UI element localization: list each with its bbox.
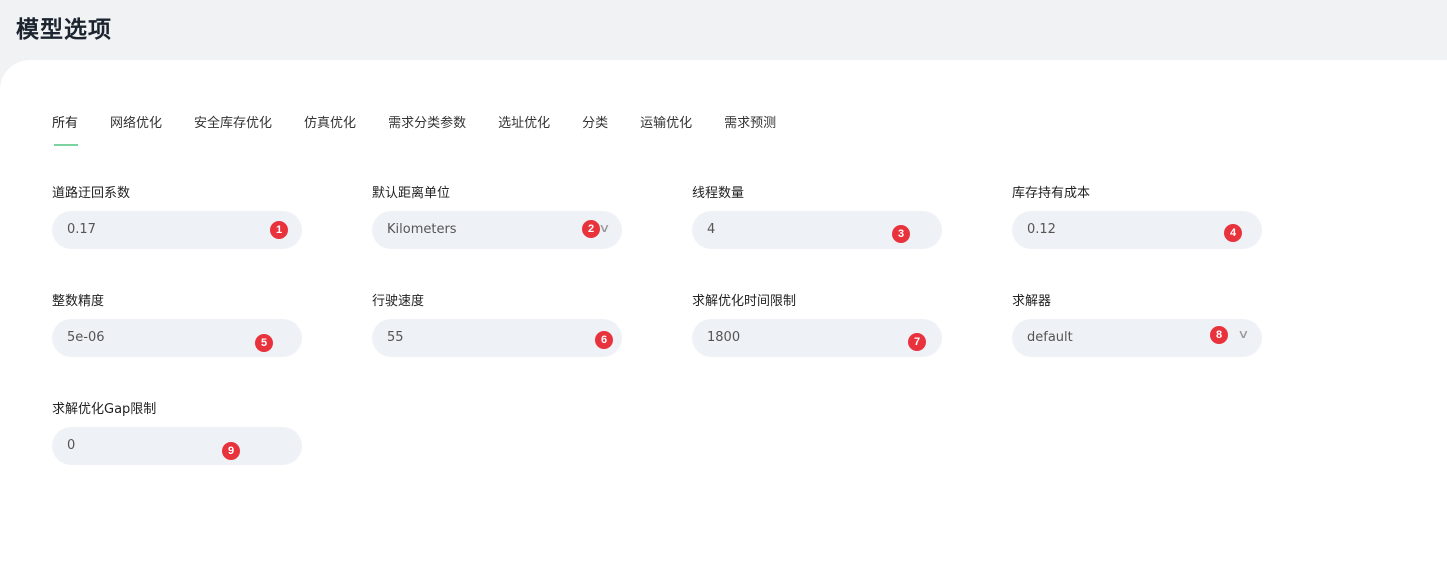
field-value: 0.17 <box>67 222 96 237</box>
integer-precision-input[interactable]: 5e-06 5 <box>52 319 302 357</box>
field-solve-gap-limit: 求解优化Gap限制 0 9 <box>52 401 302 465</box>
marker-badge: 9 <box>222 442 240 460</box>
solver-select[interactable]: default 8 ∨ <box>1012 319 1262 357</box>
active-tab-indicator <box>54 144 78 146</box>
solve-time-limit-input[interactable]: 1800 7 <box>692 319 942 357</box>
field-solve-time-limit: 求解优化时间限制 1800 7 <box>692 293 942 357</box>
inventory-holding-cost-input[interactable]: 0.12 4 <box>1012 211 1262 249</box>
field-road-detour-factor: 道路迂回系数 0.17 1 <box>52 185 302 249</box>
tab-network-optimization[interactable]: 网络优化 <box>110 115 162 133</box>
chevron-down-icon: ∨ <box>598 221 611 235</box>
tab-classification[interactable]: 分类 <box>582 115 608 133</box>
field-label: 线程数量 <box>692 186 745 201</box>
field-label: 道路迂回系数 <box>52 186 131 201</box>
field-value: Kilometers <box>387 222 457 237</box>
field-integer-precision: 整数精度 5e-06 5 <box>52 293 302 357</box>
tab-demand-forecast[interactable]: 需求预测 <box>724 115 776 133</box>
default-distance-unit-select[interactable]: Kilometers 2 ∨ <box>372 211 622 249</box>
tab-demand-classification-params[interactable]: 需求分类参数 <box>388 115 466 133</box>
field-thread-count: 线程数量 4 3 <box>692 185 942 249</box>
field-label: 默认距离单位 <box>372 186 451 201</box>
field-solver: 求解器 default 8 ∨ <box>1012 293 1262 357</box>
field-label: 行驶速度 <box>372 294 425 309</box>
field-label: 库存持有成本 <box>1012 186 1091 201</box>
field-label: 整数精度 <box>52 294 105 309</box>
marker-badge: 4 <box>1224 224 1242 242</box>
solve-gap-limit-input[interactable]: 0 9 <box>52 427 302 465</box>
field-value: 5e-06 <box>67 330 105 345</box>
marker-badge: 8 <box>1210 326 1228 344</box>
tab-site-selection-optimization[interactable]: 选址优化 <box>498 115 550 133</box>
field-label: 求解优化时间限制 <box>692 294 797 309</box>
page-title: 模型选项 <box>16 17 112 43</box>
field-default-distance-unit: 默认距离单位 Kilometers 2 ∨ <box>372 185 622 249</box>
field-value: 1800 <box>707 330 741 345</box>
field-label: 求解优化Gap限制 <box>52 402 157 417</box>
field-label: 求解器 <box>1012 294 1052 309</box>
tab-bar: 所有 网络优化 安全库存优化 仿真优化 需求分类参数 选址优化 分类 运输优化 … <box>52 115 808 149</box>
field-value: default <box>1027 330 1073 345</box>
tab-all[interactable]: 所有 <box>52 115 78 133</box>
field-value: 0 <box>67 438 76 453</box>
options-card: 所有 网络优化 安全库存优化 仿真优化 需求分类参数 选址优化 分类 运输优化 … <box>0 60 1447 579</box>
tab-safety-stock-optimization[interactable]: 安全库存优化 <box>194 115 272 133</box>
tab-simulation-optimization[interactable]: 仿真优化 <box>304 115 356 133</box>
road-detour-factor-input[interactable]: 0.17 1 <box>52 211 302 249</box>
marker-badge: 3 <box>892 225 910 243</box>
field-value: 0.12 <box>1027 222 1056 237</box>
marker-badge: 1 <box>270 221 288 239</box>
field-value: 4 <box>707 222 716 237</box>
marker-badge: 7 <box>908 333 926 351</box>
field-travel-speed: 行驶速度 55 6 <box>372 293 622 357</box>
field-value: 55 <box>387 330 404 345</box>
tab-transport-optimization[interactable]: 运输优化 <box>640 115 692 133</box>
marker-badge: 5 <box>255 334 273 352</box>
chevron-down-icon: ∨ <box>1237 327 1250 341</box>
page-header: 模型选项 <box>0 0 1447 60</box>
marker-badge: 6 <box>595 331 613 349</box>
thread-count-input[interactable]: 4 3 <box>692 211 942 249</box>
travel-speed-input[interactable]: 55 6 <box>372 319 622 357</box>
field-inventory-holding-cost: 库存持有成本 0.12 4 <box>1012 185 1262 249</box>
